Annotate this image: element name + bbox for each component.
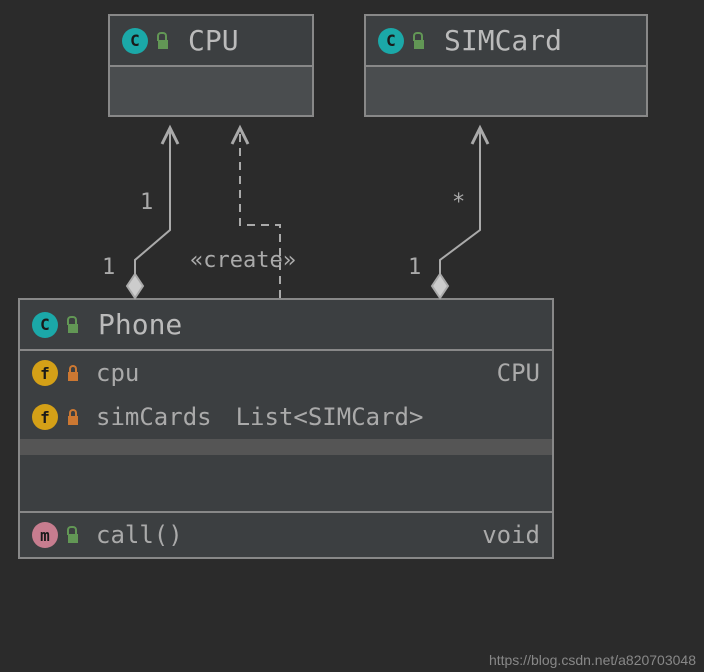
unlock-icon	[66, 317, 80, 333]
class-body	[366, 67, 646, 115]
class-icon: C	[122, 28, 148, 54]
class-header: C CPU	[110, 16, 312, 67]
field-type: CPU	[497, 359, 540, 387]
section-divider	[20, 439, 552, 455]
class-header: C Phone	[20, 300, 552, 351]
multiplicity-label: *	[452, 190, 465, 215]
multiplicity-label: 1	[102, 255, 115, 280]
method-icon: m	[32, 522, 58, 548]
field-type: List<SIMCard>	[236, 403, 424, 431]
class-name-label: CPU	[188, 24, 239, 57]
stereotype-label: «create»	[190, 248, 296, 273]
class-body	[110, 67, 312, 115]
field-name: cpu	[96, 359, 139, 387]
field-row: f cpu CPU	[20, 351, 552, 395]
unlock-icon	[156, 33, 170, 49]
fields-section: f cpu CPU f simCards List<SIMCard>	[20, 351, 552, 439]
class-name-label: Phone	[98, 308, 182, 341]
field-icon: f	[32, 404, 58, 430]
class-name-label: SIMCard	[444, 24, 562, 57]
method-return-type: void	[482, 521, 540, 549]
class-icon: C	[32, 312, 58, 338]
unlock-icon	[412, 33, 426, 49]
class-icon: C	[378, 28, 404, 54]
class-simcard[interactable]: C SIMCard	[364, 14, 648, 117]
multiplicity-label: 1	[408, 255, 421, 280]
multiplicity-label: 1	[140, 190, 153, 215]
class-header: C SIMCard	[366, 16, 646, 67]
lock-icon	[66, 365, 80, 381]
method-row: m call() void	[20, 513, 552, 557]
method-name: call()	[96, 521, 183, 549]
methods-section: m call() void	[20, 511, 552, 557]
field-icon: f	[32, 360, 58, 386]
field-name: simCards	[96, 403, 212, 431]
class-cpu[interactable]: C CPU	[108, 14, 314, 117]
field-row: f simCards List<SIMCard>	[20, 395, 552, 439]
watermark: https://blog.csdn.net/a820703048	[489, 652, 696, 668]
class-phone[interactable]: C Phone f cpu CPU f simCards List<SIMCar…	[18, 298, 554, 559]
lock-icon	[66, 409, 80, 425]
unlock-icon	[66, 527, 80, 543]
